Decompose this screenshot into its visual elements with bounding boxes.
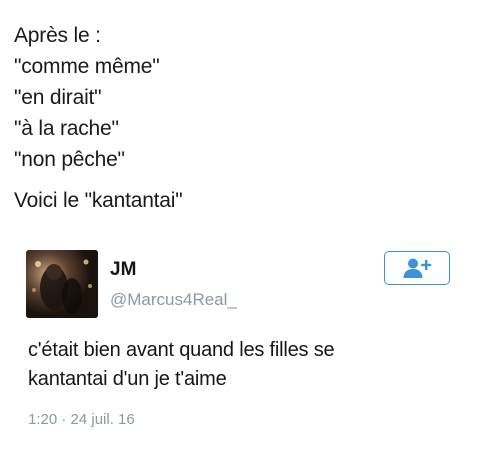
add-user-icon <box>403 258 432 278</box>
caption-line: Après le : <box>14 24 101 47</box>
avatar-photo <box>26 250 98 318</box>
tweet-text: c'était bien avant quand les filles se k… <box>28 336 448 394</box>
tweet-timestamp[interactable]: 1:20 · 24 juil. 16 <box>28 410 135 430</box>
meme-caption: Après le : "comme même" "en dirait" "à l… <box>14 20 464 216</box>
caption-line: "en dirait" <box>14 86 102 109</box>
caption-line: "à la rache" <box>14 117 119 140</box>
user-handle[interactable]: @Marcus4Real_ <box>110 288 237 312</box>
tweet-author[interactable]: JM @Marcus4Real_ <box>110 258 237 312</box>
follow-button[interactable] <box>384 251 450 285</box>
embedded-tweet: JM @Marcus4Real_ c'était bien avant quan… <box>26 250 466 450</box>
tweet-text-line: kantantai d'un je t'aime <box>28 368 227 390</box>
caption-closing-line: Voici le "kantantai" <box>14 189 183 212</box>
tweet-text-line: c'était bien avant quand les filles se <box>28 339 335 361</box>
caption-line: "non pêche" <box>14 148 125 171</box>
avatar[interactable] <box>26 250 98 318</box>
caption-line: "comme même" <box>14 55 160 78</box>
display-name[interactable]: JM <box>110 258 237 282</box>
